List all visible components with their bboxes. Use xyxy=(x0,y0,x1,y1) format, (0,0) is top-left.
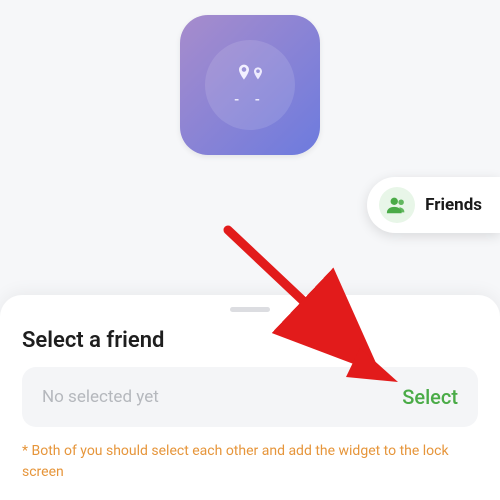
select-button[interactable]: Select xyxy=(402,385,458,409)
widget-distance-placeholder: - - xyxy=(234,92,266,108)
widget-inner-circle: - - xyxy=(205,40,295,130)
friend-select-row[interactable]: No selected yet Select xyxy=(22,367,478,427)
friends-pill-label: Friends xyxy=(425,195,482,215)
select-friend-sheet: Select a friend No selected yet Select *… xyxy=(0,295,500,500)
location-pin-pair-icon xyxy=(234,62,266,84)
widget-preview-tile: - - xyxy=(180,15,320,155)
sheet-grabber[interactable] xyxy=(230,307,270,312)
widget-instruction-note: * Both of you should select each other a… xyxy=(22,441,478,482)
friends-pill[interactable]: Friends xyxy=(367,177,500,233)
sheet-title: Select a friend xyxy=(22,328,478,353)
friends-icon xyxy=(379,187,415,223)
selected-friend-label: No selected yet xyxy=(42,387,159,407)
